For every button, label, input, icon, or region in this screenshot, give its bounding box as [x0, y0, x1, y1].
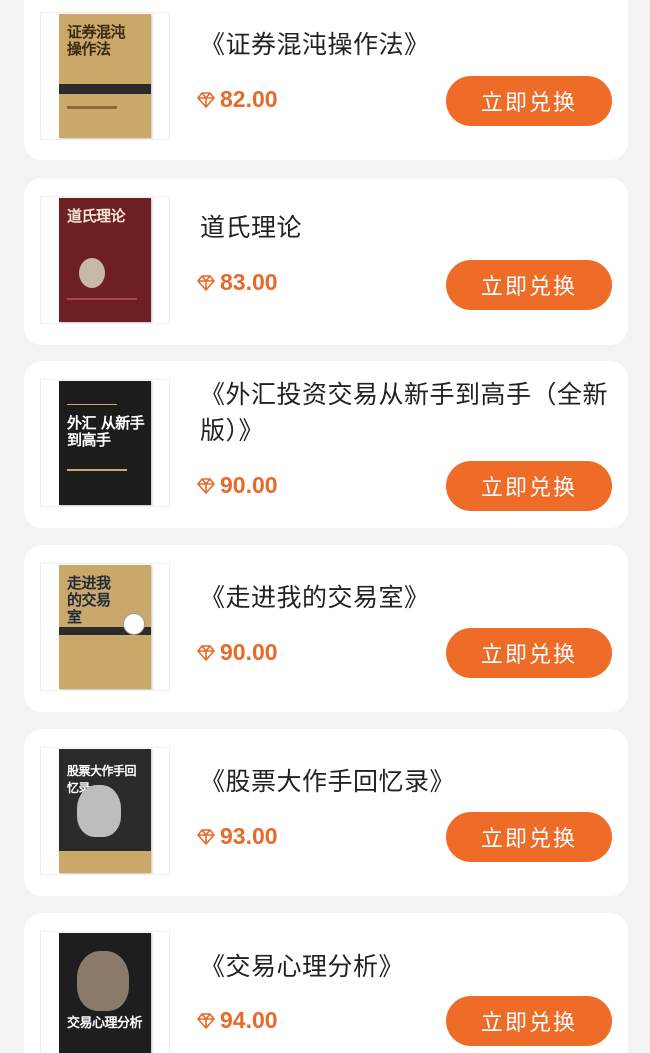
product-card[interactable]: 走进我的交易室 《走进我的交易室》 90.00 立即兑换: [24, 545, 628, 712]
product-title: 《股票大作手回忆录》: [200, 767, 456, 796]
redeem-button[interactable]: 立即兑换: [446, 76, 612, 126]
redeem-button[interactable]: 立即兑换: [446, 996, 612, 1046]
book-cover[interactable]: 交易心理分析: [40, 931, 170, 1053]
product-price: 94.00: [196, 1007, 278, 1034]
product-price: 93.00: [196, 823, 278, 850]
diamond-icon: [197, 644, 215, 661]
product-card[interactable]: 外汇 从新手到高手 《外汇投资交易从新手到高手（全新版）》 90.00 立即兑换: [24, 361, 628, 528]
cover-text: 外汇 从新手到高手: [67, 414, 145, 449]
redeem-button[interactable]: 立即兑换: [446, 812, 612, 862]
book-cover[interactable]: 证券混沌操作法: [40, 12, 170, 140]
product-title: 《走进我的交易室》: [200, 583, 430, 612]
product-title: 《交易心理分析》: [200, 952, 405, 981]
cover-text: 走进我的交易室: [67, 574, 111, 626]
cover-text: 道氏理论: [67, 207, 126, 225]
product-title: 《外汇投资交易从新手到高手（全新版）》: [200, 380, 609, 445]
product-title: 《证券混沌操作法》: [200, 30, 430, 59]
product-price: 90.00: [196, 472, 278, 499]
product-card[interactable]: 道氏理论 道氏理论 83.00 立即兑换: [24, 178, 628, 345]
product-price: 82.00: [196, 86, 278, 113]
redeem-button[interactable]: 立即兑换: [446, 628, 612, 678]
diamond-icon: [197, 477, 215, 494]
book-cover[interactable]: 外汇 从新手到高手: [40, 379, 170, 507]
cover-text: 证券混沌操作法: [67, 23, 126, 58]
product-price: 83.00: [196, 269, 278, 296]
product-price: 90.00: [196, 639, 278, 666]
redeem-button[interactable]: 立即兑换: [446, 260, 612, 310]
book-cover[interactable]: 股票大作手回忆录: [40, 747, 170, 875]
book-cover[interactable]: 道氏理论: [40, 196, 170, 324]
diamond-icon: [197, 828, 215, 845]
diamond-icon: [197, 1012, 215, 1029]
book-cover[interactable]: 走进我的交易室: [40, 563, 170, 691]
diamond-icon: [197, 91, 215, 108]
redeem-button[interactable]: 立即兑换: [446, 461, 612, 511]
product-title: 道氏理论: [200, 213, 303, 242]
product-card[interactable]: 股票大作手回忆录 《股票大作手回忆录》 93.00 立即兑换: [24, 729, 628, 896]
product-card[interactable]: 证券混沌操作法 《证券混沌操作法》 82.00 立即兑换: [24, 0, 628, 160]
product-card[interactable]: 交易心理分析 《交易心理分析》 94.00 立即兑换: [24, 913, 628, 1053]
diamond-icon: [197, 274, 215, 291]
product-list: 证券混沌操作法 《证券混沌操作法》 82.00 立即兑换 道氏理论 道氏理论 8…: [0, 0, 650, 1053]
cover-text: 交易心理分析: [67, 1016, 143, 1031]
